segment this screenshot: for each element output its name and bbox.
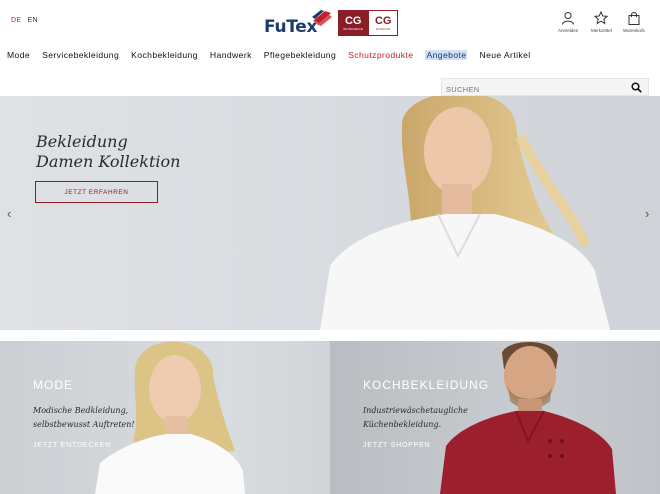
tile-description-line1: Industriewäschetaugliche [363,406,468,415]
badge-text: CG [374,15,392,27]
login-label: Anmelden [558,28,579,33]
language-switcher: DE EN [11,17,38,24]
hero-cta-button[interactable]: JETZT ERFAHREN [35,181,158,203]
site-logo[interactable]: FuTex CG WORKWEAR CG FASHION [264,8,399,38]
nav-item-schutzprodukte[interactable]: Schutzprodukte [348,50,413,60]
tile-description-line1: Modische Bedkleidung, [33,406,129,415]
search-box [441,78,649,98]
main-nav: Mode Servicebekleidung Kochbekleidung Ha… [7,50,543,60]
logo-flag-icon [312,10,333,26]
tile-description-line2: selbstbewusst Auftreten! [33,420,135,429]
tile-description: Industriewäschetaugliche Küchenbekleidun… [363,404,513,432]
nav-item-kochbekleidung[interactable]: Kochbekleidung [131,50,198,60]
badge-subtext: WORKWEAR [343,27,364,31]
search-icon[interactable] [631,82,642,93]
logo-brand-text: FuTex [264,17,318,37]
slider-next-arrow[interactable]: › [645,206,649,221]
hero-title-line2: Damen Kollektion [36,152,181,171]
hero-slider: Bekleidung Damen Kollektion JETZT ERFAHR… [0,96,660,330]
cart-label: Warenkorb [623,28,645,33]
lang-de-link[interactable]: DE [11,17,21,24]
hero-model-image [320,96,610,330]
nav-item-neue-artikel[interactable]: Neue Artikel [479,50,530,60]
nav-item-servicebekleidung[interactable]: Servicebekleidung [42,50,119,60]
tile-link[interactable]: JETZT SHOPPEN [363,442,430,449]
user-icon [562,12,575,25]
category-tile-kochbekleidung[interactable]: KOCHBEKLEIDUNG Industriewäschetaugliche … [330,341,660,494]
tile-description-line2: Küchenbekleidung. [363,420,442,429]
hero-title-line1: Bekleidung [36,132,128,151]
cart-action[interactable]: Warenkorb [623,11,645,33]
nav-item-pflegebekleidung[interactable]: Pflegebekleidung [264,50,336,60]
site-header: DE EN FuTex CG WORKWEAR CG FASHION Anmel… [0,0,660,98]
tile-heading: KOCHBEKLEIDUNG [363,378,490,392]
nav-item-handwerk[interactable]: Handwerk [210,50,252,60]
wishlist-label: Merkzettel [591,28,612,33]
wishlist-action[interactable]: Merkzettel [591,11,612,33]
badge-text: CG [344,15,362,27]
category-tile-mode[interactable]: MODE Modische Bedkleidung, selbstbewusst… [0,341,330,494]
badge-subtext: FASHION [375,27,391,31]
logo-cg-workwear-badge: CG WORKWEAR [338,10,369,36]
slider-prev-arrow[interactable]: ‹ [7,206,11,221]
tile-heading: MODE [33,378,73,392]
tile-description: Modische Bedkleidung, selbstbewusst Auft… [33,404,183,432]
star-icon [594,11,609,25]
login-action[interactable]: Anmelden [558,11,578,33]
tile-link[interactable]: JETZT ENTDECKEN [33,442,111,449]
bag-icon [628,12,640,25]
logo-cg-fashion-badge: CG FASHION [368,10,399,36]
lang-en-link[interactable]: EN [28,17,38,24]
nav-item-mode[interactable]: Mode [7,50,30,60]
nav-item-angebote[interactable]: Angebote [425,50,468,60]
hero-title: Bekleidung Damen Kollektion [36,132,180,172]
